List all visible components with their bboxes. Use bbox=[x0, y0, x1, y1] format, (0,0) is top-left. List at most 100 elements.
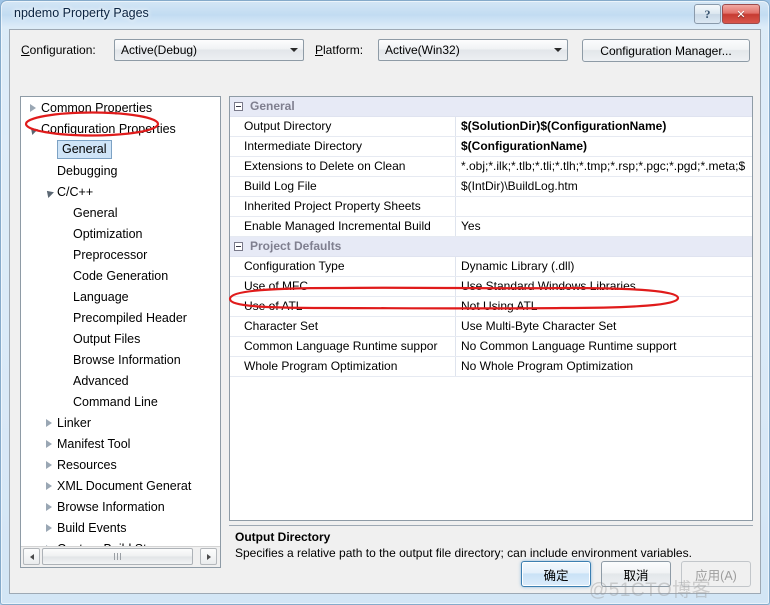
grid-property-row[interactable]: Use of ATL Not Using ATL bbox=[230, 297, 752, 317]
chevron-right-icon[interactable] bbox=[42, 458, 55, 472]
help-button[interactable]: ? bbox=[694, 4, 721, 24]
grid-property-row[interactable]: Whole Program Optimization No Whole Progr… bbox=[230, 357, 752, 377]
grid-property-row[interactable]: Inherited Project Property Sheets bbox=[230, 197, 752, 217]
tree-item-browse-information[interactable]: Browse Information bbox=[21, 349, 220, 370]
tree-item-build-events[interactable]: Build Events bbox=[21, 517, 220, 538]
description-title: Output Directory bbox=[235, 530, 331, 544]
grid-category-row[interactable]: General bbox=[230, 97, 752, 117]
tree-item-advanced[interactable]: Advanced bbox=[21, 370, 220, 391]
configuration-dropdown[interactable]: Active(Debug) bbox=[114, 39, 304, 61]
grid-column-splitter bbox=[455, 137, 456, 156]
grid-property-row[interactable]: Output Directory $(SolutionDir)$(Configur… bbox=[230, 117, 752, 137]
chevron-right-icon[interactable] bbox=[42, 479, 55, 493]
tree-item-resources[interactable]: Resources bbox=[21, 454, 220, 475]
grid-property-name: Inherited Project Property Sheets bbox=[244, 199, 421, 213]
tree-item-label: Preprocessor bbox=[73, 247, 148, 262]
grid-property-value[interactable]: No Whole Program Optimization bbox=[461, 359, 752, 373]
tree-item-label: Build Events bbox=[57, 520, 127, 535]
tree-item-label: Advanced bbox=[73, 373, 129, 388]
tree-item-linker[interactable]: Linker bbox=[21, 412, 220, 433]
chevron-down-icon[interactable] bbox=[26, 122, 39, 136]
tree-item-label: Code Generation bbox=[73, 268, 169, 283]
tree-item-label: Resources bbox=[57, 457, 117, 472]
chevron-right-icon[interactable] bbox=[26, 101, 39, 115]
platform-value: Active(Win32) bbox=[385, 43, 460, 57]
collapse-minus-icon[interactable] bbox=[234, 242, 243, 251]
grid-property-value[interactable]: Use Standard Windows Libraries bbox=[461, 279, 752, 293]
chevron-right-icon[interactable] bbox=[42, 437, 55, 451]
grid-property-value[interactable]: $(SolutionDir)$(ConfigurationName) bbox=[461, 119, 752, 133]
cancel-button[interactable]: 取消 bbox=[601, 561, 671, 587]
configuration-manager-button[interactable]: Configuration Manager... bbox=[582, 39, 750, 62]
grid-column-splitter bbox=[455, 357, 456, 376]
chevron-down-icon[interactable] bbox=[42, 185, 55, 199]
grid-property-row[interactable]: Enable Managed Incremental Build Yes bbox=[230, 217, 752, 237]
grid-property-row[interactable]: Intermediate Directory $(ConfigurationNam… bbox=[230, 137, 752, 157]
tree-item-c-c[interactable]: C/C++ bbox=[21, 181, 220, 202]
tree-item-browse-information[interactable]: Browse Information bbox=[21, 496, 220, 517]
grid-property-row[interactable]: Common Language Runtime suppor No Common … bbox=[230, 337, 752, 357]
ok-button-label: 确定 bbox=[543, 568, 569, 583]
tree-item-label: Linker bbox=[57, 415, 92, 430]
grid-property-value[interactable]: Not Using ATL bbox=[461, 299, 752, 313]
chevron-down-icon[interactable] bbox=[285, 41, 302, 59]
cancel-button-label: 取消 bbox=[623, 568, 649, 583]
tree-item-precompiled-header[interactable]: Precompiled Header bbox=[21, 307, 220, 328]
tree-item-language[interactable]: Language bbox=[21, 286, 220, 307]
tree-item-command-line[interactable]: Command Line bbox=[21, 391, 220, 412]
chevron-right-icon[interactable] bbox=[42, 500, 55, 514]
tree-item-code-generation[interactable]: Code Generation bbox=[21, 265, 220, 286]
tree-item-general[interactable]: General bbox=[21, 202, 220, 223]
grid-property-value[interactable]: $(ConfigurationName) bbox=[461, 139, 752, 153]
chevron-down-icon[interactable] bbox=[549, 41, 566, 59]
scroll-left-button[interactable] bbox=[23, 548, 40, 565]
platform-dropdown[interactable]: Active(Win32) bbox=[378, 39, 568, 61]
grid-property-row[interactable]: Character Set Use Multi-Byte Character Se… bbox=[230, 317, 752, 337]
tree-item-manifest-tool[interactable]: Manifest Tool bbox=[21, 433, 220, 454]
grid-property-value[interactable]: No Common Language Runtime support bbox=[461, 339, 752, 353]
tree-item-label: Language bbox=[73, 289, 129, 304]
chevron-right-icon[interactable] bbox=[42, 521, 55, 535]
configuration-label: Configuration: bbox=[21, 43, 96, 57]
grid-property-row[interactable]: Extensions to Delete on Clean *.obj;*.ilk… bbox=[230, 157, 752, 177]
tree-item-label: Optimization bbox=[73, 226, 143, 241]
tree-item-common-properties[interactable]: Common Properties bbox=[21, 97, 220, 118]
tree-item-configuration-properties[interactable]: Configuration Properties bbox=[21, 118, 220, 139]
tree-item-custom-build-step[interactable]: Custom Build Step bbox=[21, 538, 220, 546]
grid-category-row[interactable]: Project Defaults bbox=[230, 237, 752, 257]
tree-horizontal-scrollbar[interactable] bbox=[21, 546, 220, 567]
property-pages-window: npdemo Property Pages ? ✕ Configuration:… bbox=[0, 0, 770, 605]
tree-item-preprocessor[interactable]: Preprocessor bbox=[21, 244, 220, 265]
scroll-right-button[interactable] bbox=[200, 548, 217, 565]
collapse-minus-icon[interactable] bbox=[234, 102, 243, 111]
grid-property-value[interactable]: Use Multi-Byte Character Set bbox=[461, 319, 752, 333]
grid-property-value[interactable]: Dynamic Library (.dll) bbox=[461, 259, 752, 273]
scrollbar-grip-icon bbox=[113, 553, 122, 560]
chevron-right-icon[interactable] bbox=[42, 416, 55, 430]
property-grid[interactable]: General Output Directory $(SolutionDir)$(C… bbox=[229, 96, 753, 521]
grid-column-splitter bbox=[455, 317, 456, 336]
grid-property-row[interactable]: Configuration Type Dynamic Library (.dll) bbox=[230, 257, 752, 277]
grid-property-name: General bbox=[250, 99, 295, 113]
tree-item-output-files[interactable]: Output Files bbox=[21, 328, 220, 349]
grid-property-value[interactable]: *.obj;*.ilk;*.tlb;*.tli;*.tlh;*.tmp;*.rs… bbox=[461, 159, 752, 173]
tree-item-optimization[interactable]: Optimization bbox=[21, 223, 220, 244]
grid-column-splitter bbox=[455, 217, 456, 236]
grid-column-splitter bbox=[455, 297, 456, 316]
grid-property-name: Use of MFC bbox=[244, 279, 309, 293]
grid-property-row[interactable]: Use of MFC Use Standard Windows Libraries bbox=[230, 277, 752, 297]
tree-item-xml-document-generat[interactable]: XML Document Generat bbox=[21, 475, 220, 496]
tree-item-general[interactable]: General bbox=[21, 139, 220, 160]
close-icon: ✕ bbox=[736, 8, 746, 21]
grid-property-value[interactable]: Yes bbox=[461, 219, 752, 233]
grid-property-row[interactable]: Build Log File $(IntDir)\BuildLog.htm bbox=[230, 177, 752, 197]
title-bar: npdemo Property Pages ? ✕ bbox=[1, 1, 769, 28]
grid-property-value[interactable]: $(IntDir)\BuildLog.htm bbox=[461, 179, 752, 193]
tree-item-debugging[interactable]: Debugging bbox=[21, 160, 220, 181]
grid-property-name: Whole Program Optimization bbox=[244, 359, 398, 373]
properties-tree-panel[interactable]: Common Properties Configuration Propertie… bbox=[20, 96, 221, 568]
ok-button[interactable]: 确定 bbox=[521, 561, 591, 587]
grid-property-name: Enable Managed Incremental Build bbox=[244, 219, 431, 233]
close-button[interactable]: ✕ bbox=[722, 4, 760, 24]
scrollbar-thumb[interactable] bbox=[42, 548, 193, 565]
